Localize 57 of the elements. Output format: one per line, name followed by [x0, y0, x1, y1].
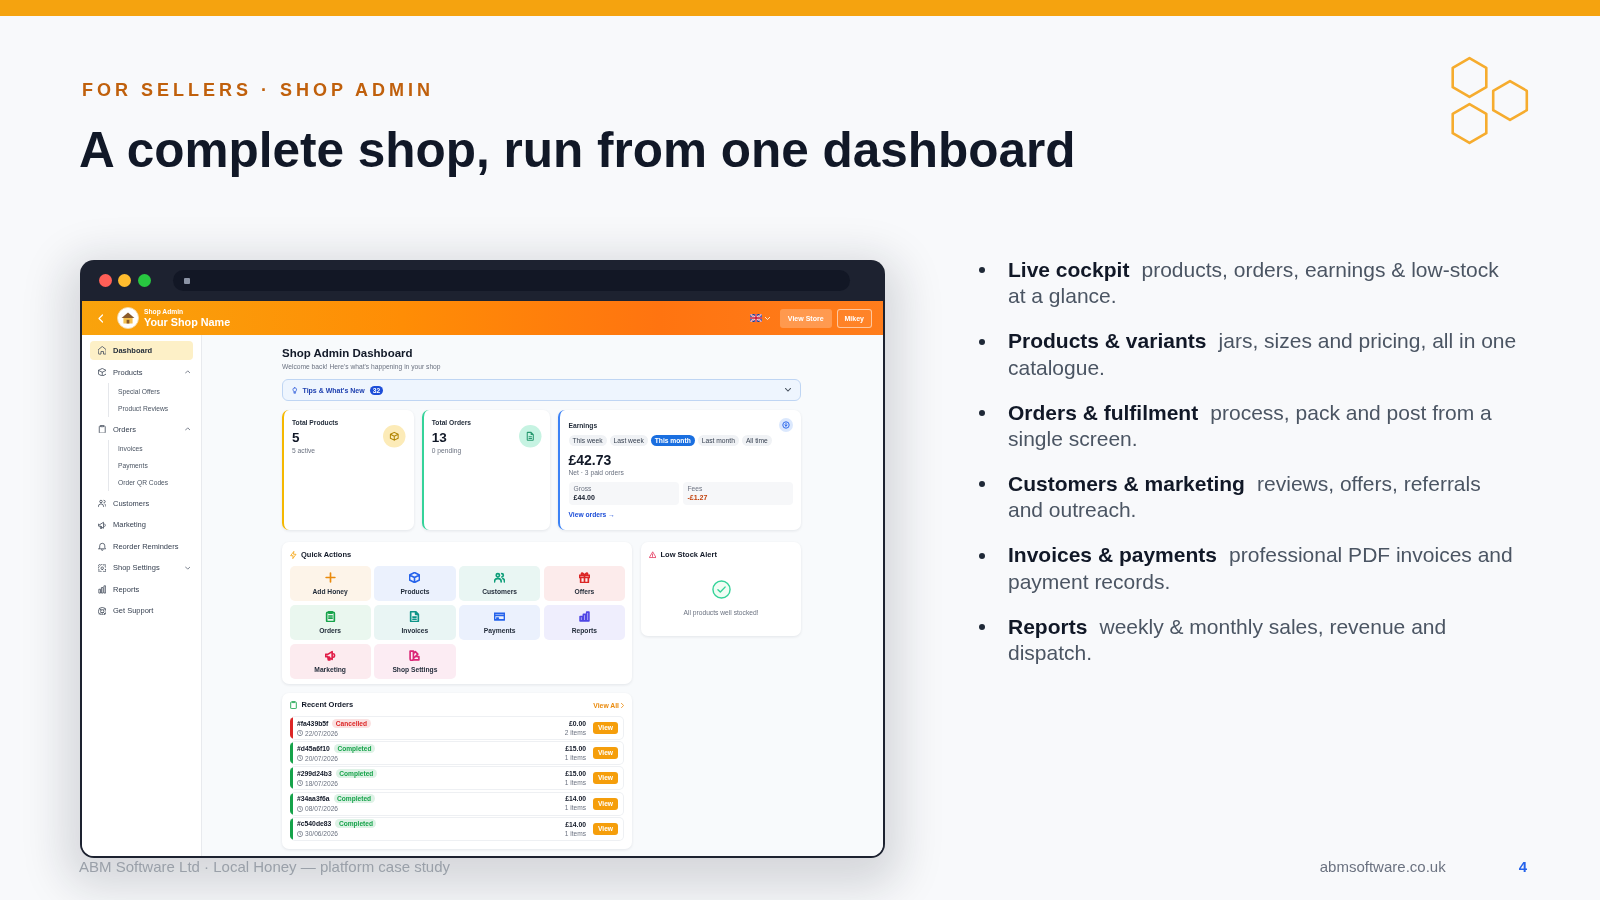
- footer-website: abmsoftware.co.uk: [1319, 858, 1446, 876]
- clock-icon: [297, 805, 303, 812]
- bar-chart-icon: [97, 585, 106, 594]
- bell-icon: [97, 542, 106, 551]
- bullet-text: Customers & marketing reviews, offers, referrals and outreach.: [1008, 470, 1482, 524]
- bullet-text: Products & variants jars, sizes and pricing, all in one catalogue.: [1008, 328, 1518, 381]
- bullet-text: Live cockpit products, orders, earnings & low-stock at a glance.: [1008, 256, 1500, 310]
- cube-icon: [383, 425, 406, 448]
- square-icon: [184, 277, 190, 284]
- lightning-icon: [289, 551, 297, 559]
- home-icon: [97, 346, 106, 355]
- check-circle-icon: [711, 579, 731, 599]
- chevron-down-icon: [785, 388, 791, 392]
- clock-icon: [297, 755, 303, 762]
- people-icon: [97, 499, 106, 508]
- bullet-text: Reports weekly & monthly sales, revenue and dispatch.: [1008, 613, 1448, 667]
- section-kicker: FOR SELLERS · SHOP ADMIN: [82, 79, 435, 101]
- chevron-left-icon[interactable]: [98, 313, 104, 323]
- clock-icon: [297, 830, 303, 837]
- bullet-icon: [979, 338, 985, 345]
- bullet-text: Invoices & payments professional PDF invoices and payment records.: [1008, 542, 1514, 595]
- bullet-icon: [979, 624, 985, 631]
- chevron-up-icon[interactable]: [184, 427, 190, 432]
- lifebuoy-icon: [97, 606, 106, 616]
- slide-title: A complete shop, run from one dashboard: [79, 121, 1076, 179]
- warning-icon: [649, 551, 656, 559]
- window-close-icon[interactable]: [98, 274, 112, 287]
- download-icon[interactable]: [779, 418, 793, 432]
- clock-icon: [297, 730, 303, 736]
- window-minimize-icon[interactable]: [118, 274, 131, 287]
- page-number: 4: [1518, 858, 1527, 876]
- chevron-up-icon[interactable]: [184, 370, 190, 374]
- bullet-icon: [979, 552, 985, 559]
- page-heading: Shop Admin Dashboard: [282, 346, 414, 360]
- honeycomb-icon: [1451, 56, 1529, 145]
- clipboard-icon: [97, 424, 106, 434]
- lightbulb-icon: [292, 386, 298, 394]
- megaphone-icon: [97, 520, 106, 530]
- bullet-text: Orders & fulfilment process, pack and post from a single screen.: [1008, 399, 1493, 453]
- document-icon: [519, 425, 542, 448]
- bullet-icon: [979, 481, 985, 488]
- footer-caption: ABM Software Ltd · Local Honey — platform case study: [79, 858, 450, 876]
- bullet-icon: [979, 410, 985, 417]
- shop-name: Your Shop Name: [144, 315, 231, 329]
- flag-icon[interactable]: [749, 314, 762, 322]
- clipboard-icon: [290, 701, 297, 709]
- bullet-icon: [979, 267, 985, 274]
- cube-icon: [97, 367, 106, 377]
- stat-value: 5: [292, 430, 300, 446]
- clock-icon: [297, 780, 303, 787]
- shop-logo-icon: [117, 307, 139, 329]
- window-maximize-icon[interactable]: [137, 274, 151, 287]
- stat-value: 13: [431, 430, 447, 446]
- chevron-down-icon[interactable]: [184, 565, 190, 570]
- gear-icon: [97, 563, 106, 573]
- earnings-amount: £42.73: [568, 452, 612, 468]
- chevron-right-icon: [621, 702, 624, 708]
